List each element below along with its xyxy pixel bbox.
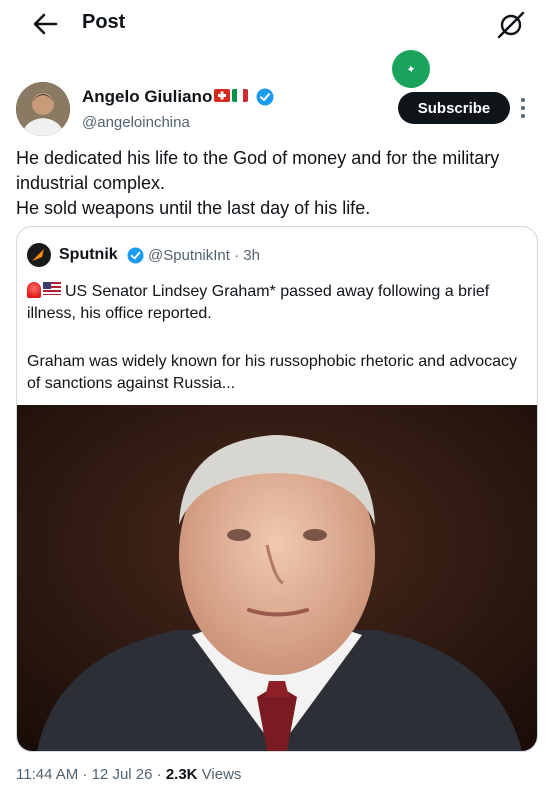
tweet-line: He dedicated his life to the God of mone…: [16, 148, 500, 193]
emoji-group: [27, 282, 61, 298]
quoted-handle-time: @SputnikInt · 3h: [148, 247, 260, 264]
avatar[interactable]: [16, 82, 70, 136]
grok-icon: [497, 11, 525, 39]
verified-badge-icon: [256, 88, 274, 106]
switzerland-flag-icon: [214, 89, 230, 102]
top-bar: Post: [0, 0, 552, 48]
views-label: Views: [197, 766, 242, 783]
tweet-line: He sold weapons until the last day of hi…: [16, 198, 371, 218]
siren-icon: [27, 282, 41, 298]
avatar-photo: [16, 82, 70, 136]
quoted-text-line: US Senator Lindsey Graham* passed away f…: [27, 281, 527, 325]
post-timestamp: 11:44 AM · 12 Jul 26 ·: [16, 766, 166, 783]
post-metadata: 11:44 AM · 12 Jul 26 · 2.3K Views: [16, 766, 241, 783]
quoted-text: US Senator Lindsey Graham* passed away f…: [27, 283, 490, 322]
italy-flag-icon: [232, 89, 248, 102]
author-handle[interactable]: @angeloinchina: [82, 114, 190, 131]
sputnik-logo-icon: [27, 243, 51, 267]
author-name[interactable]: Angelo Giuliano: [82, 87, 212, 107]
watermark-logo: ✦: [388, 46, 434, 92]
grok-button[interactable]: [494, 8, 528, 42]
tweet-text: He dedicated his life to the God of mone…: [16, 146, 536, 221]
us-flag-icon: [43, 282, 61, 295]
verified-badge-icon: [127, 247, 144, 264]
more-options-button[interactable]: [518, 96, 528, 120]
more-vertical-icon: [521, 98, 525, 118]
page-title: Post: [82, 11, 126, 33]
subscribe-button[interactable]: Subscribe: [398, 92, 510, 124]
portrait-photo: [17, 405, 537, 751]
quoted-post-image[interactable]: [17, 405, 537, 751]
author-flags: [214, 89, 248, 102]
arrow-left-icon: [33, 13, 58, 35]
quoted-post[interactable]: Sputnik @SputnikInt · 3h US Senator Lind…: [16, 226, 538, 752]
views-count: 2.3K: [165, 766, 198, 783]
quoted-text-line: Graham was widely known for his russopho…: [27, 353, 518, 392]
back-button[interactable]: [28, 8, 64, 40]
quoted-author-name: Sputnik: [59, 246, 118, 263]
